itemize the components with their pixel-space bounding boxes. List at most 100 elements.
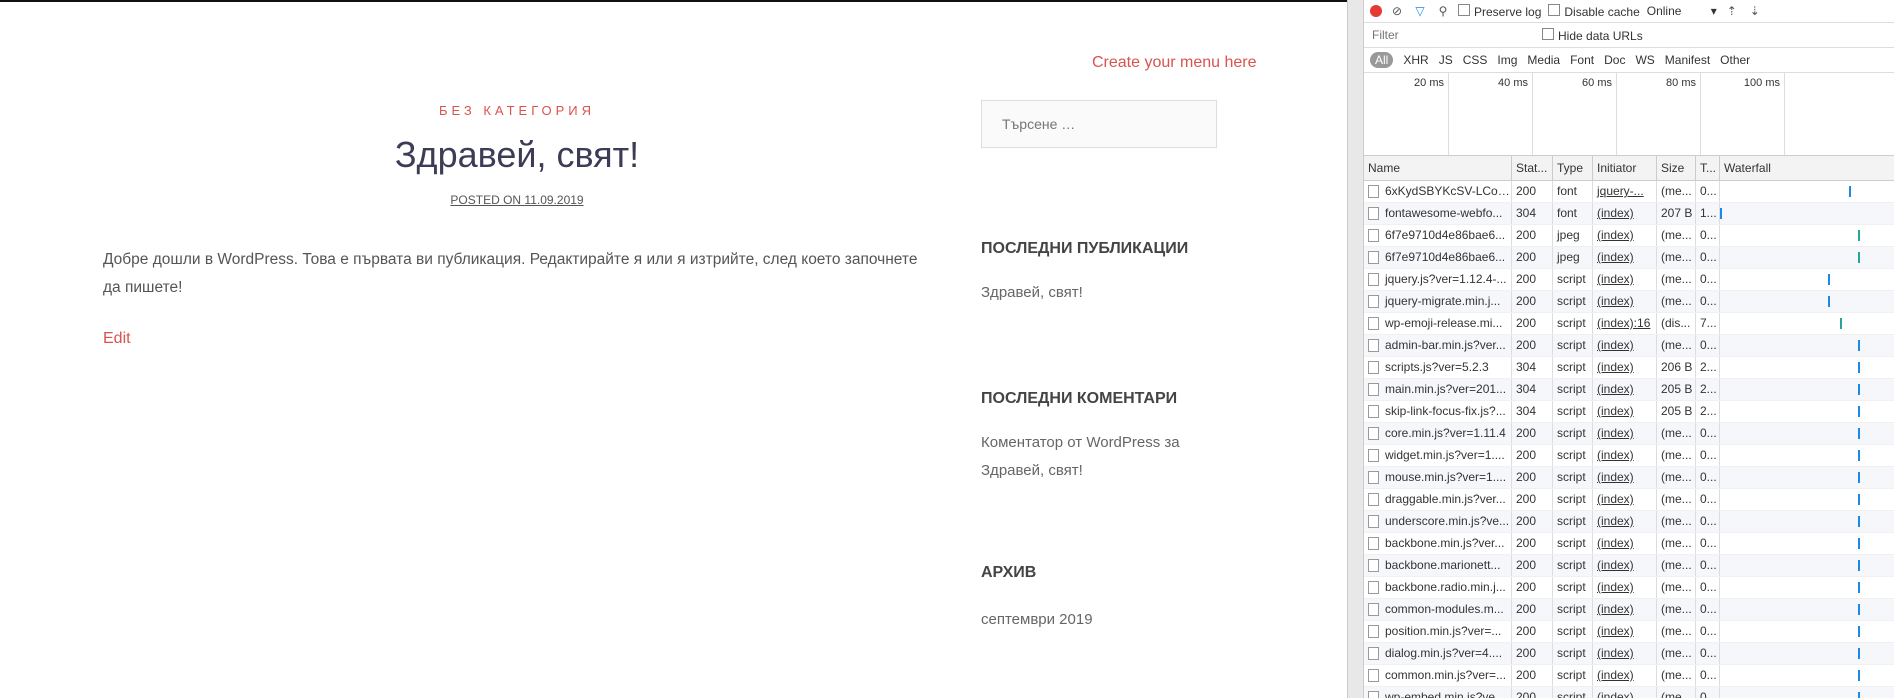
- request-row[interactable]: backbone.marionett... 200 script (index) (me…: [1364, 555, 1894, 577]
- column-header-1[interactable]: Stat...: [1512, 156, 1553, 180]
- request-row[interactable]: wp-embed.min.js?ve... 200 script (index) (me…: [1364, 687, 1894, 698]
- disable-cache-box[interactable]: [1548, 3, 1561, 16]
- create-menu-link[interactable]: Create your menu here: [1092, 54, 1257, 72]
- request-initiator[interactable]: (index): [1593, 269, 1657, 290]
- request-type: script: [1553, 379, 1593, 400]
- post-title[interactable]: Здравей, свят!: [0, 134, 1034, 176]
- preserve-log-box[interactable]: [1458, 3, 1470, 16]
- request-type-text: script: [1557, 492, 1586, 506]
- request-row[interactable]: dialog.min.js?ver=4.... 200 script (index) (…: [1364, 643, 1894, 665]
- request-initiator[interactable]: (index): [1593, 599, 1657, 620]
- request-row[interactable]: wp-emoji-release.mi... 200 script (index):1…: [1364, 313, 1894, 335]
- request-type: script: [1553, 621, 1593, 642]
- archive-item-link[interactable]: септември 2019: [981, 606, 1201, 634]
- hide-data-urls-checkbox[interactable]: Hide data URLs: [1542, 27, 1643, 43]
- hide-data-urls-box[interactable]: [1542, 27, 1554, 40]
- request-row[interactable]: draggable.min.js?ver... 200 script (index) (…: [1364, 489, 1894, 511]
- request-initiator[interactable]: (index): [1593, 489, 1657, 510]
- request-initiator[interactable]: (index): [1593, 511, 1657, 532]
- column-header-4[interactable]: Size: [1657, 156, 1696, 180]
- request-initiator[interactable]: (index): [1593, 247, 1657, 268]
- request-initiator[interactable]: (index):16: [1593, 313, 1657, 334]
- recent-post-link[interactable]: Здравей, свят!: [981, 279, 1201, 307]
- request-initiator[interactable]: (index): [1593, 203, 1657, 224]
- request-row[interactable]: backbone.radio.min.j... 200 script (index) (…: [1364, 577, 1894, 599]
- type-filter-xhr[interactable]: XHR: [1403, 53, 1428, 67]
- request-row[interactable]: underscore.min.js?ve... 200 script (index) (…: [1364, 511, 1894, 533]
- request-status: 200: [1512, 643, 1553, 664]
- request-row[interactable]: main.min.js?ver=201... 304 script (index) 20…: [1364, 379, 1894, 401]
- clear-icon[interactable]: ⊘: [1389, 4, 1405, 18]
- throttle-select[interactable]: Online ▾: [1647, 4, 1717, 18]
- column-header-3[interactable]: Initiator: [1593, 156, 1657, 180]
- type-filter-other[interactable]: Other: [1720, 53, 1750, 67]
- request-initiator[interactable]: jquery-...: [1593, 181, 1657, 202]
- edit-link[interactable]: Edit: [103, 330, 131, 348]
- export-har-icon[interactable]: ⇣: [1747, 4, 1763, 18]
- request-row[interactable]: core.min.js?ver=1.11.4 200 script (index) (m…: [1364, 423, 1894, 445]
- request-row[interactable]: backbone.min.js?ver... 200 script (index) (m…: [1364, 533, 1894, 555]
- column-header-6[interactable]: Waterfall: [1720, 156, 1894, 180]
- waterfall-bar: [1858, 516, 1860, 527]
- request-row[interactable]: widget.min.js?ver=1.... 200 script (index) (…: [1364, 445, 1894, 467]
- request-name-text: admin-bar.min.js?ver...: [1385, 338, 1506, 352]
- post-category[interactable]: БЕЗ КАТЕГОРИЯ: [0, 103, 1034, 118]
- preserve-log-checkbox[interactable]: Preserve log: [1458, 3, 1541, 19]
- page-scrollbar[interactable]: [1347, 0, 1363, 698]
- request-initiator[interactable]: (index): [1593, 621, 1657, 642]
- request-initiator[interactable]: (index): [1593, 335, 1657, 356]
- type-filter-font[interactable]: Font: [1570, 53, 1594, 67]
- request-initiator[interactable]: (index): [1593, 445, 1657, 466]
- network-overview-timeline[interactable]: 20 ms 40 ms 60 ms 80 ms 100 ms: [1364, 73, 1894, 156]
- type-filter-img[interactable]: Img: [1497, 53, 1517, 67]
- type-filter-doc[interactable]: Doc: [1604, 53, 1625, 67]
- request-row[interactable]: 6f7e9710d4e86bae6... 200 jpeg (index) (me...…: [1364, 247, 1894, 269]
- posted-date[interactable]: 11.09.2019: [524, 193, 583, 207]
- request-initiator[interactable]: (index): [1593, 687, 1657, 698]
- request-row[interactable]: scripts.js?ver=5.2.3 304 script (index) 206 …: [1364, 357, 1894, 379]
- type-filter-all[interactable]: All: [1370, 52, 1394, 68]
- request-row[interactable]: jquery.js?ver=1.12.4-... 200 script (index)…: [1364, 269, 1894, 291]
- disable-cache-checkbox[interactable]: Disable cache: [1548, 3, 1640, 19]
- request-row[interactable]: position.min.js?ver=... 200 script (index) (…: [1364, 621, 1894, 643]
- request-initiator[interactable]: (index): [1593, 225, 1657, 246]
- column-header-2[interactable]: Type: [1553, 156, 1593, 180]
- request-initiator[interactable]: (index): [1593, 665, 1657, 686]
- type-filter-media[interactable]: Media: [1527, 53, 1560, 67]
- type-filter-ws[interactable]: WS: [1635, 53, 1654, 67]
- request-initiator[interactable]: (index): [1593, 533, 1657, 554]
- search-icon[interactable]: ⚲: [1435, 4, 1451, 18]
- request-size-text: (me...: [1661, 250, 1692, 264]
- column-header-0[interactable]: Name: [1364, 156, 1512, 180]
- request-row[interactable]: skip-link-focus-fix.js?... 304 script (inde…: [1364, 401, 1894, 423]
- request-row[interactable]: mouse.min.js?ver=1.... 200 script (index) (m…: [1364, 467, 1894, 489]
- request-row[interactable]: jquery-migrate.min.j... 200 script (index) (…: [1364, 291, 1894, 313]
- recent-comment-link[interactable]: Коментатор от WordPress за Здравей, свят…: [981, 429, 1201, 485]
- request-initiator[interactable]: (index): [1593, 577, 1657, 598]
- filter-icon[interactable]: ▽: [1412, 4, 1428, 18]
- request-initiator[interactable]: (index): [1593, 643, 1657, 664]
- filter-input[interactable]: [1370, 27, 1534, 43]
- request-row[interactable]: common.min.js?ver=... 200 script (index) (me…: [1364, 665, 1894, 687]
- request-initiator[interactable]: (index): [1593, 357, 1657, 378]
- request-row[interactable]: fontawesome-webfo... 304 font (index) 207 B 1…: [1364, 203, 1894, 225]
- request-row[interactable]: admin-bar.min.js?ver... 200 script (index) (…: [1364, 335, 1894, 357]
- search-input[interactable]: [981, 100, 1217, 148]
- request-initiator[interactable]: (index): [1593, 467, 1657, 488]
- request-time: 2...: [1696, 401, 1720, 422]
- request-row[interactable]: 6f7e9710d4e86bae6... 200 jpeg (index) (me...…: [1364, 225, 1894, 247]
- type-filter-manifest[interactable]: Manifest: [1665, 53, 1710, 67]
- request-initiator[interactable]: (index): [1593, 555, 1657, 576]
- type-filter-css[interactable]: CSS: [1463, 53, 1488, 67]
- request-row[interactable]: common-modules.m... 200 script (index) (me..…: [1364, 599, 1894, 621]
- request-initiator[interactable]: (index): [1593, 423, 1657, 444]
- type-filter-js[interactable]: JS: [1439, 53, 1453, 67]
- import-har-icon[interactable]: ⇡: [1724, 4, 1740, 18]
- request-initiator[interactable]: (index): [1593, 379, 1657, 400]
- request-row[interactable]: 6xKydSBYKcSV-LCoe... 200 font jquery-... (me…: [1364, 181, 1894, 203]
- request-initiator[interactable]: (index): [1593, 401, 1657, 422]
- record-icon[interactable]: [1370, 5, 1382, 17]
- request-type: jpeg: [1553, 247, 1593, 268]
- column-header-5[interactable]: T...: [1696, 156, 1720, 180]
- request-initiator[interactable]: (index): [1593, 291, 1657, 312]
